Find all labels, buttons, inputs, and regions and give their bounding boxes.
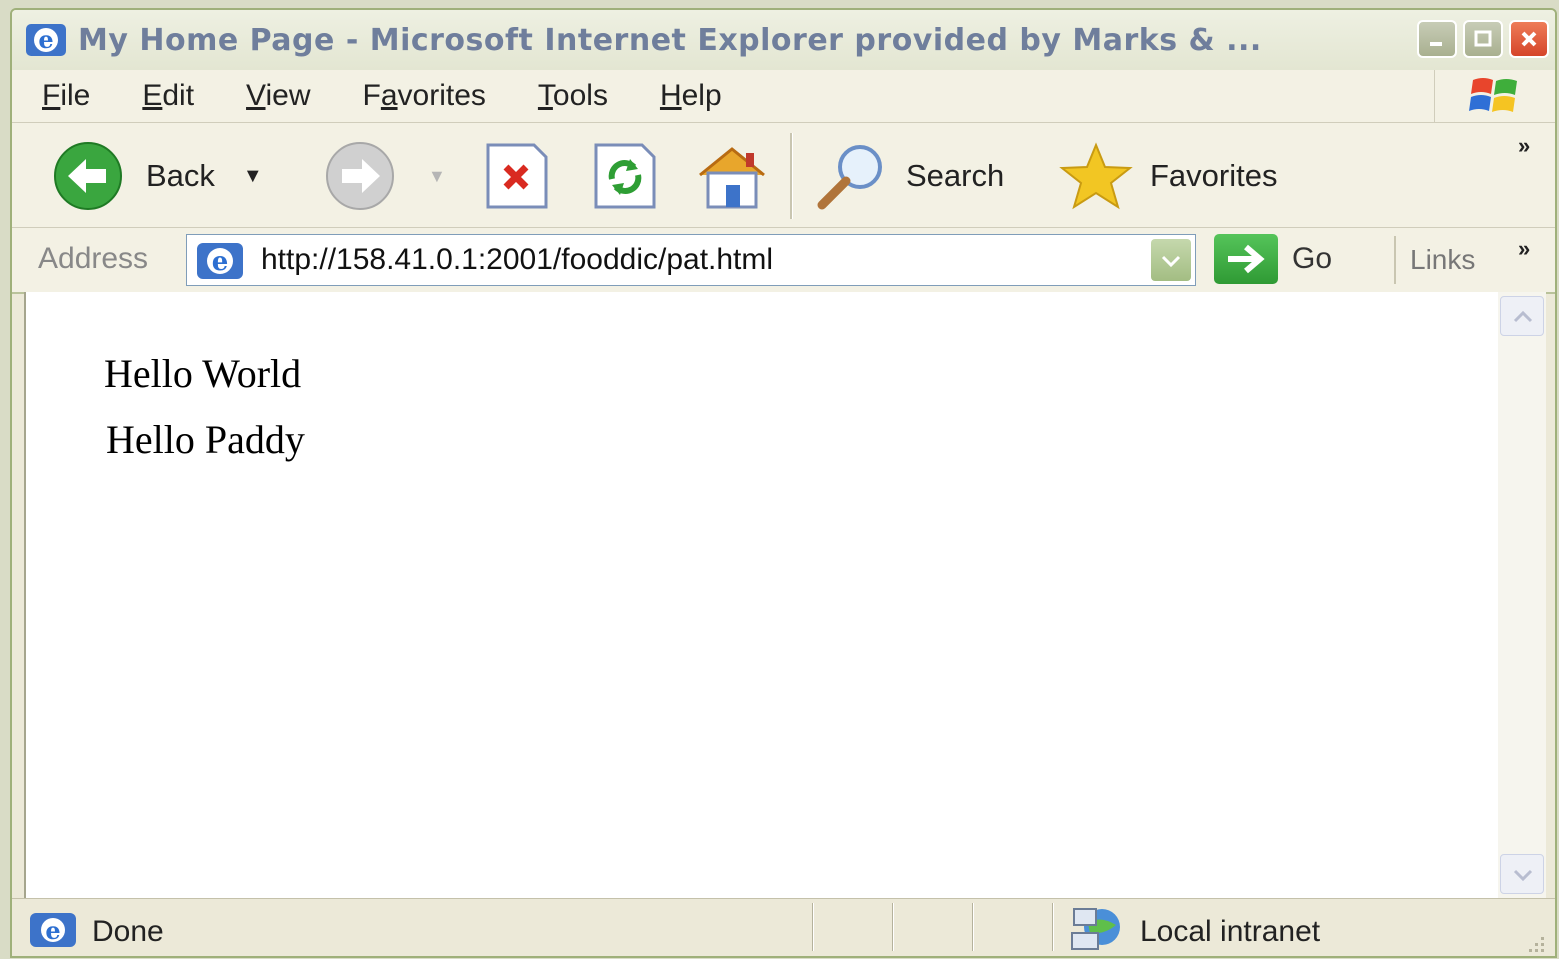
maximize-button[interactable]: [1463, 20, 1503, 58]
search-button[interactable]: Search: [812, 141, 1004, 211]
page-line-1: Hello World: [104, 351, 302, 396]
menu-file[interactable]: File: [42, 79, 90, 113]
back-dropdown-arrow-icon[interactable]: ▼: [243, 165, 263, 188]
scroll-down-button[interactable]: [1500, 854, 1544, 894]
home-icon: [699, 147, 765, 209]
back-button[interactable]: Back ▼: [48, 141, 263, 211]
menu-favorites[interactable]: Favorites: [363, 79, 486, 113]
go-label[interactable]: Go: [1292, 242, 1332, 276]
scroll-up-button[interactable]: [1500, 296, 1544, 336]
menu-help[interactable]: Help: [660, 79, 722, 113]
status-pane-divider: [1052, 903, 1054, 951]
magnifier-icon: [817, 145, 882, 210]
minimize-button[interactable]: [1417, 20, 1457, 58]
refresh-button[interactable]: [590, 141, 660, 211]
favorites-button[interactable]: Favorites: [1056, 141, 1277, 211]
stop-icon: [486, 143, 548, 209]
back-label: Back: [146, 158, 215, 193]
status-pane-divider: [972, 903, 974, 951]
star-icon: [1059, 142, 1133, 210]
ie-page-icon: e: [197, 243, 243, 279]
toolbar-separator: [790, 133, 793, 219]
address-url: http://158.41.0.1:2001/fooddic/pat.html: [261, 243, 774, 276]
standard-toolbar: Back ▼ ▼ Search Favorites »: [12, 123, 1555, 228]
forward-arrow-icon: [326, 142, 394, 210]
chevron-down-icon: [1513, 869, 1533, 882]
vertical-scrollbar[interactable]: [1498, 292, 1546, 898]
maximize-icon: [1474, 30, 1492, 47]
search-label: Search: [906, 158, 1005, 193]
refresh-icon: [594, 143, 656, 209]
status-text: Done: [92, 915, 164, 948]
svg-text:e: e: [38, 25, 53, 54]
menu-edit[interactable]: Edit: [142, 79, 194, 113]
forward-dropdown-arrow-icon[interactable]: ▼: [428, 166, 446, 187]
address-input[interactable]: e http://158.41.0.1:2001/fooddic/pat.htm…: [186, 234, 1196, 286]
links-overflow-chevron[interactable]: »: [1518, 236, 1530, 262]
menu-bar: File Edit View Favorites Tools Help: [12, 70, 1555, 123]
home-button[interactable]: [692, 141, 772, 211]
windows-flag-icon: [1469, 78, 1517, 112]
ie-page-icon: e: [30, 913, 76, 947]
title-bar[interactable]: e My Home Page - Microsoft Internet Expl…: [12, 10, 1555, 70]
status-pane-divider: [892, 903, 894, 951]
stop-button[interactable]: [482, 141, 552, 211]
status-pane-divider: [812, 903, 814, 951]
chevron-up-icon: [1513, 310, 1533, 323]
links-button[interactable]: Links: [1410, 244, 1475, 276]
address-dropdown-button[interactable]: [1151, 239, 1191, 281]
back-arrow-icon: [54, 142, 122, 210]
go-arrow-icon: [1228, 244, 1265, 274]
page-line-2: Hello Paddy: [106, 417, 305, 462]
svg-text:e: e: [45, 916, 60, 945]
address-bar: Address e http://158.41.0.1:2001/fooddic…: [12, 228, 1555, 294]
toolbar-overflow-chevron[interactable]: »: [1518, 133, 1530, 159]
window-title: My Home Page - Microsoft Internet Explor…: [78, 22, 1262, 58]
local-intranet-icon: [1071, 908, 1120, 950]
forward-button[interactable]: ▼: [320, 141, 446, 211]
favorites-label: Favorites: [1150, 158, 1278, 193]
minimize-icon: [1430, 42, 1442, 46]
browser-window: e My Home Page - Microsoft Internet Expl…: [10, 8, 1557, 958]
menu-view[interactable]: View: [246, 79, 310, 113]
close-icon: [1521, 31, 1537, 47]
close-button[interactable]: [1509, 20, 1549, 58]
go-button[interactable]: [1214, 234, 1278, 284]
resize-grip-icon[interactable]: [1523, 931, 1547, 955]
status-bar: e Done Local intranet: [12, 898, 1555, 956]
windows-flag-logo: [1434, 70, 1555, 122]
zone-text: Local intranet: [1140, 915, 1321, 948]
page-content: Hello World Hello Paddy: [24, 292, 1500, 898]
svg-text:e: e: [212, 247, 229, 277]
window-controls: [1417, 20, 1549, 58]
menu-tools[interactable]: Tools: [538, 79, 608, 113]
links-separator: [1394, 236, 1396, 284]
ie-logo-icon: e: [26, 24, 66, 56]
chevron-down-icon: [1161, 255, 1181, 268]
address-label: Address: [38, 242, 149, 275]
